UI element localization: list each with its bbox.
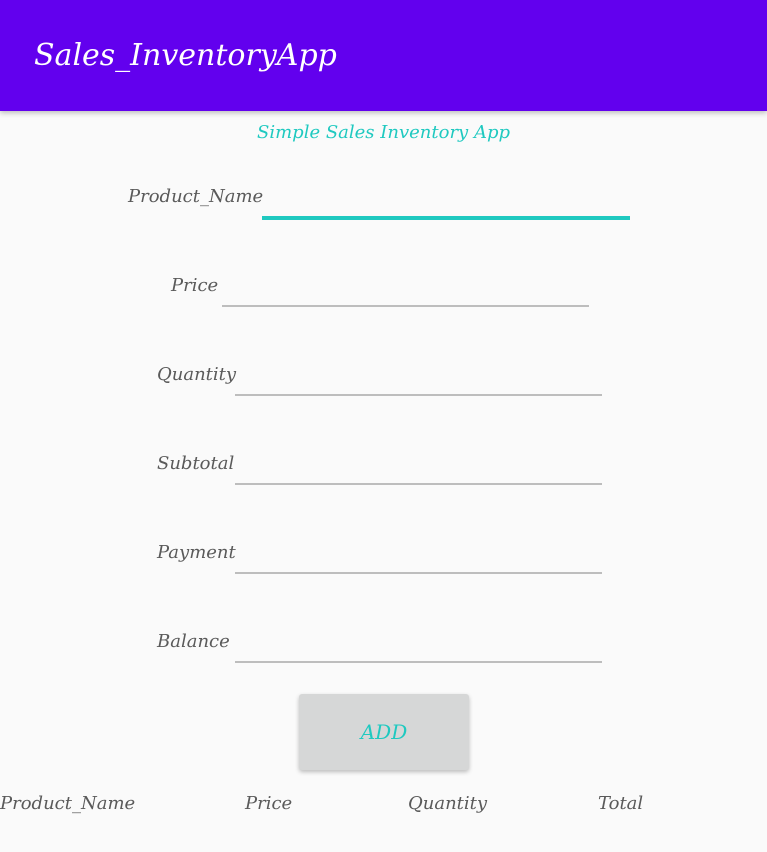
table-header-price: Price [245,793,293,814]
table-header-total: Total [598,793,644,814]
table-header-quantity: Quantity [408,793,488,814]
page-subtitle: Simple Sales Inventory App [257,122,510,143]
app-bar: Sales_InventoryApp [0,0,767,111]
price-label: Price [171,275,219,296]
app-title: Sales_InventoryApp [34,38,337,73]
payment-label: Payment [157,542,236,563]
add-button[interactable]: ADD [299,694,469,770]
balance-label: Balance [157,631,230,652]
subtotal-input[interactable] [235,451,602,485]
product-name-input[interactable] [262,186,630,220]
quantity-label: Quantity [157,364,237,385]
quantity-input[interactable] [235,362,602,396]
product-name-label: Product_Name [128,186,264,207]
payment-input[interactable] [235,540,602,574]
price-input[interactable] [222,273,589,307]
subtotal-label: Subtotal [157,453,235,474]
table-header-product-name: Product_Name [0,793,136,814]
balance-input[interactable] [235,629,602,663]
